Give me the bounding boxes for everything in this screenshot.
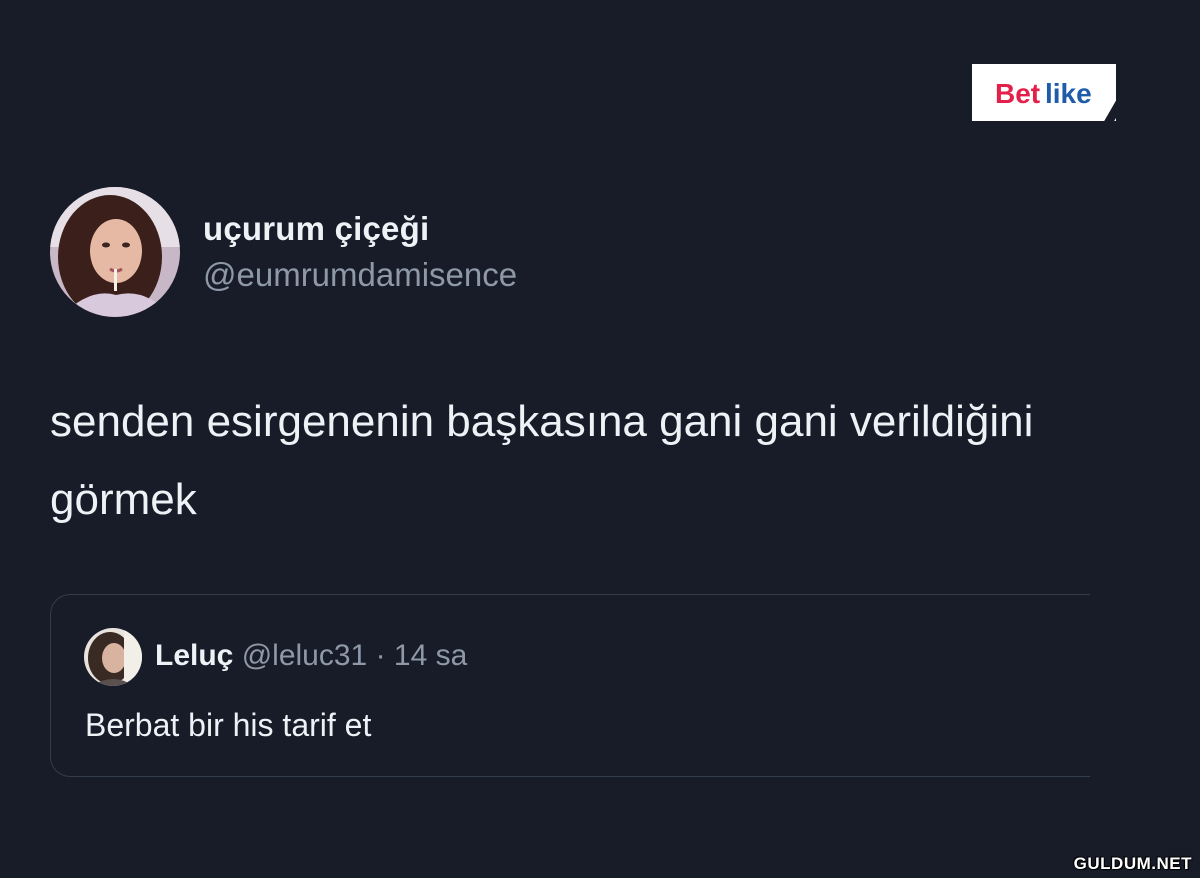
site-watermark: GULDUM.NET bbox=[1073, 854, 1192, 873]
author-handle[interactable]: @eumrumdamisence bbox=[203, 256, 517, 294]
logo-corner-notch bbox=[1103, 99, 1127, 123]
quoted-tweet-card[interactable]: Leluç @leluc31 · 14 sa Berbat bir his ta… bbox=[50, 594, 1090, 777]
betlike-logo: Bet like bbox=[972, 64, 1127, 123]
meta-separator: · bbox=[375, 639, 386, 672]
author-name[interactable]: uçurum çiçeği bbox=[203, 210, 429, 248]
svg-text:like: like bbox=[1045, 78, 1092, 109]
betlike-logo-mark: Bet like bbox=[995, 78, 1092, 109]
author-avatar[interactable] bbox=[50, 187, 180, 317]
quoted-tweet-header: Leluç @leluc31 · 14 sa bbox=[155, 639, 467, 673]
quoted-author-avatar[interactable] bbox=[84, 628, 142, 686]
quoted-author-name[interactable]: Leluç bbox=[155, 639, 233, 672]
quoted-tweet-time[interactable]: 14 sa bbox=[394, 639, 467, 672]
quoted-tweet-text: Berbat bir his tarif et bbox=[85, 707, 372, 743]
svg-text:Bet: Bet bbox=[995, 78, 1040, 109]
tweet-text: senden esirgenenin başkasına gani gani v… bbox=[50, 397, 1034, 524]
quoted-author-handle[interactable]: @leluc31 bbox=[242, 639, 368, 672]
